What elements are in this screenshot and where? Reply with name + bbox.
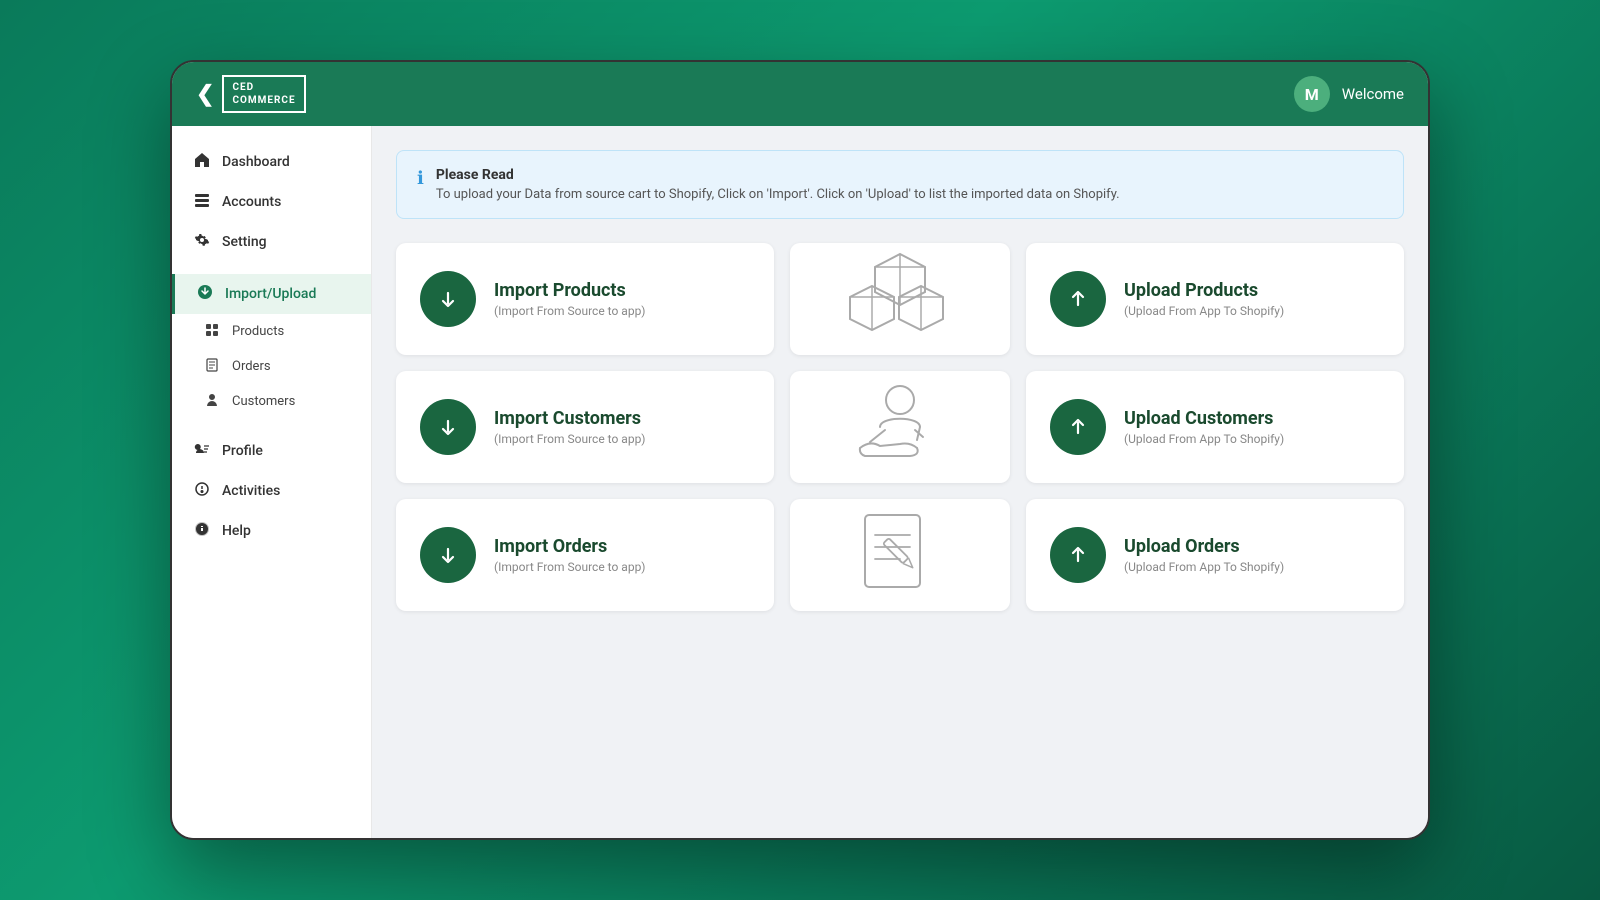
sidebar-item-activities[interactable]: Activities	[172, 471, 371, 511]
import-customers-title: Import Customers	[494, 408, 645, 430]
import-orders-text: Import Orders (Import From Source to app…	[494, 536, 645, 575]
avatar[interactable]: M	[1294, 76, 1330, 112]
upload-customers-icon	[1050, 399, 1106, 455]
boxes-icon	[845, 244, 955, 354]
sidebar-item-products[interactable]: Products	[172, 314, 371, 349]
orders-icon	[202, 357, 222, 376]
upload-orders-icon	[1050, 527, 1106, 583]
upload-orders-text: Upload Orders (Upload From App To Shopif…	[1124, 536, 1284, 575]
products-icon	[202, 322, 222, 341]
sidebar-item-profile-label: Profile	[222, 443, 263, 459]
sidebar-item-setting-label: Setting	[222, 234, 267, 250]
import-customers-text: Import Customers (Import From Source to …	[494, 408, 645, 447]
logo[interactable]: ❮ CED COMMERCE	[196, 75, 306, 113]
welcome-label: Welcome	[1342, 85, 1404, 103]
upload-products-icon	[1050, 271, 1106, 327]
upload-customers-text: Upload Customers (Upload From App To Sho…	[1124, 408, 1284, 447]
activities-icon	[192, 481, 212, 501]
help-icon	[192, 521, 212, 541]
header-right: M Welcome	[1294, 76, 1404, 112]
sidebar-item-import-upload-label: Import/Upload	[225, 286, 316, 302]
sidebar-item-orders-label: Orders	[232, 359, 271, 374]
customers-icon	[202, 392, 222, 411]
banner-description: To upload your Data from source cart to …	[436, 187, 1120, 202]
import-products-icon	[420, 271, 476, 327]
orders-illustration	[790, 499, 1010, 611]
sidebar-item-help[interactable]: Help	[172, 511, 371, 551]
upload-products-text: Upload Products (Upload From App To Shop…	[1124, 280, 1284, 319]
app-header: ❮ CED COMMERCE M Welcome	[172, 62, 1428, 126]
customers-illustration	[790, 371, 1010, 483]
sidebar-item-setting[interactable]: Setting	[172, 222, 371, 262]
upload-products-subtitle: (Upload From App To Shopify)	[1124, 304, 1284, 318]
import-orders-icon	[420, 527, 476, 583]
sidebar-item-profile[interactable]: Profile	[172, 431, 371, 471]
sidebar-item-products-label: Products	[232, 324, 284, 339]
upload-orders-subtitle: (Upload From App To Shopify)	[1124, 560, 1284, 574]
upload-customers-subtitle: (Upload From App To Shopify)	[1124, 432, 1284, 446]
sidebar-item-import-upload[interactable]: Import/Upload	[172, 274, 371, 314]
upload-products-title: Upload Products	[1124, 280, 1284, 302]
sidebar-item-activities-label: Activities	[222, 483, 280, 499]
info-banner: ℹ Please Read To upload your Data from s…	[396, 150, 1404, 219]
sidebar-item-help-label: Help	[222, 523, 251, 539]
main-content: ℹ Please Read To upload your Data from s…	[372, 126, 1428, 838]
logo-text: CED COMMERCE	[222, 75, 305, 113]
info-icon: ℹ	[417, 168, 424, 189]
body-area: Dashboard Accounts Setting Import/Up	[172, 126, 1428, 838]
products-illustration	[790, 243, 1010, 355]
import-orders-subtitle: (Import From Source to app)	[494, 560, 645, 574]
sidebar-item-orders[interactable]: Orders	[172, 349, 371, 384]
sidebar-item-customers-label: Customers	[232, 394, 295, 409]
home-icon	[192, 152, 212, 172]
cards-grid: Import Products (Import From Source to a…	[396, 243, 1404, 611]
upload-orders-title: Upload Orders	[1124, 536, 1284, 558]
sidebar: Dashboard Accounts Setting Import/Up	[172, 126, 372, 838]
sidebar-item-accounts-label: Accounts	[222, 194, 281, 210]
person-hand-icon	[845, 372, 955, 482]
import-products-title: Import Products	[494, 280, 645, 302]
notepad-pen-icon	[845, 500, 955, 610]
import-products-subtitle: (Import From Source to app)	[494, 304, 645, 318]
sidebar-item-customers[interactable]: Customers	[172, 384, 371, 419]
import-customers-icon	[420, 399, 476, 455]
import-products-card[interactable]: Import Products (Import From Source to a…	[396, 243, 774, 355]
upload-customers-title: Upload Customers	[1124, 408, 1284, 430]
setting-icon	[192, 232, 212, 252]
logo-chevron-icon: ❮	[196, 82, 214, 107]
import-orders-title: Import Orders	[494, 536, 645, 558]
sidebar-item-accounts[interactable]: Accounts	[172, 182, 371, 222]
upload-products-card[interactable]: Upload Products (Upload From App To Shop…	[1026, 243, 1404, 355]
profile-icon	[192, 441, 212, 461]
import-customers-subtitle: (Import From Source to app)	[494, 432, 645, 446]
import-products-text: Import Products (Import From Source to a…	[494, 280, 645, 319]
sidebar-item-dashboard[interactable]: Dashboard	[172, 142, 371, 182]
import-upload-icon	[195, 284, 215, 304]
import-customers-card[interactable]: Import Customers (Import From Source to …	[396, 371, 774, 483]
sidebar-item-dashboard-label: Dashboard	[222, 154, 290, 170]
upload-orders-card[interactable]: Upload Orders (Upload From App To Shopif…	[1026, 499, 1404, 611]
banner-title: Please Read	[436, 167, 1120, 183]
accounts-icon	[192, 192, 212, 212]
import-orders-card[interactable]: Import Orders (Import From Source to app…	[396, 499, 774, 611]
upload-customers-card[interactable]: Upload Customers (Upload From App To Sho…	[1026, 371, 1404, 483]
